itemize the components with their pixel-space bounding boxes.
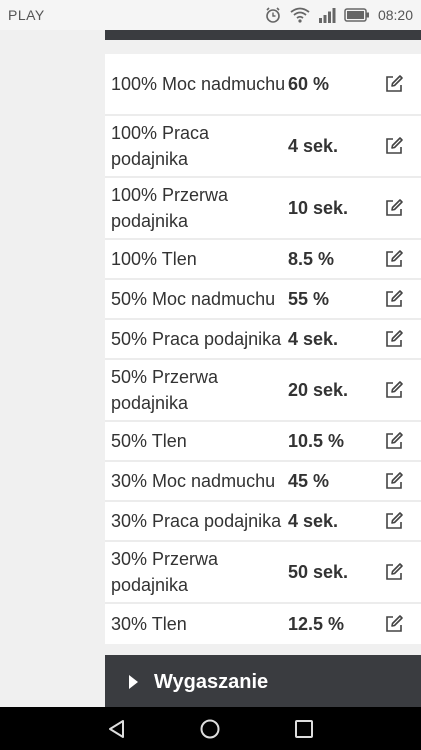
edit-icon[interactable] bbox=[374, 360, 414, 420]
parameter-list: 100% Moc nadmuchu 60 % 100% Praca podajn… bbox=[105, 54, 421, 644]
navigation-bar bbox=[0, 707, 421, 750]
section-header-wygaszanie[interactable]: Wygaszanie bbox=[105, 655, 421, 709]
status-bar: PLAY 08:20 bbox=[0, 0, 421, 30]
wifi-icon bbox=[290, 7, 310, 23]
battery-icon bbox=[344, 8, 370, 22]
param-row: 50% Moc nadmuchu 55 % bbox=[105, 280, 421, 320]
param-row: 30% Moc nadmuchu 45 % bbox=[105, 462, 421, 502]
edit-icon[interactable] bbox=[374, 462, 414, 500]
edit-icon[interactable] bbox=[374, 422, 414, 460]
param-value: 4 sek. bbox=[288, 135, 339, 156]
param-value: 4 sek. bbox=[288, 510, 339, 531]
signal-icon bbox=[318, 7, 336, 23]
edit-icon[interactable] bbox=[374, 604, 414, 644]
param-label: 50% Praca podajnika bbox=[111, 329, 282, 349]
param-row: 50% Praca podajnika 4 sek. bbox=[105, 320, 421, 360]
param-row: 30% Praca podajnika 4 sek. bbox=[105, 502, 421, 542]
param-label: 50% Moc nadmuchu bbox=[111, 289, 276, 309]
param-value: 10.5 % bbox=[288, 430, 345, 451]
param-value: 60 % bbox=[288, 73, 330, 94]
edit-icon[interactable] bbox=[374, 542, 414, 602]
param-value: 50 sek. bbox=[288, 561, 349, 582]
param-row: 100% Tlen 8.5 % bbox=[105, 240, 421, 280]
param-label: 50% Przerwa podajnika bbox=[111, 367, 219, 413]
carrier-name: PLAY bbox=[8, 7, 45, 23]
param-row: 30% Tlen 12.5 % bbox=[105, 604, 421, 644]
param-value: 55 % bbox=[288, 288, 330, 309]
section-title: Wygaszanie bbox=[154, 670, 269, 693]
param-value: 10 sek. bbox=[288, 197, 349, 218]
previous-section-header bbox=[105, 30, 421, 40]
param-value: 12.5 % bbox=[288, 613, 345, 634]
param-label: 100% Tlen bbox=[111, 249, 197, 269]
param-row: 100% Moc nadmuchu 60 % bbox=[105, 54, 421, 116]
edit-icon[interactable] bbox=[374, 320, 414, 358]
param-label: 100% Praca podajnika bbox=[111, 123, 210, 169]
param-row: 30% Przerwa podajnika 50 sek. bbox=[105, 542, 421, 604]
param-label: 30% Przerwa podajnika bbox=[111, 549, 219, 595]
caret-right-icon bbox=[129, 675, 138, 689]
param-label: 50% Tlen bbox=[111, 431, 187, 451]
param-row: 50% Przerwa podajnika 20 sek. bbox=[105, 360, 421, 422]
param-label: 30% Moc nadmuchu bbox=[111, 471, 276, 491]
param-label: 30% Praca podajnika bbox=[111, 511, 282, 531]
param-label: 30% Tlen bbox=[111, 614, 187, 634]
param-label: 100% Moc nadmuchu bbox=[111, 74, 286, 94]
edit-icon[interactable] bbox=[374, 54, 414, 114]
param-row: 100% Praca podajnika 4 sek. bbox=[105, 116, 421, 178]
recents-icon[interactable] bbox=[284, 709, 324, 749]
clock: 08:20 bbox=[377, 7, 413, 23]
param-row: 50% Tlen 10.5 % bbox=[105, 422, 421, 462]
edit-icon[interactable] bbox=[374, 240, 414, 278]
param-value: 45 % bbox=[288, 470, 330, 491]
back-icon[interactable] bbox=[97, 709, 137, 749]
edit-icon[interactable] bbox=[374, 502, 414, 540]
home-icon[interactable] bbox=[190, 709, 230, 749]
edit-icon[interactable] bbox=[374, 116, 414, 176]
edit-icon[interactable] bbox=[374, 280, 414, 318]
param-row: 100% Przerwa podajnika 10 sek. bbox=[105, 178, 421, 240]
param-label: 100% Przerwa podajnika bbox=[111, 185, 229, 231]
param-value: 20 sek. bbox=[288, 379, 349, 400]
alarm-icon bbox=[264, 6, 282, 24]
param-value: 4 sek. bbox=[288, 328, 339, 349]
edit-icon[interactable] bbox=[374, 178, 414, 238]
param-value: 8.5 % bbox=[288, 248, 335, 269]
